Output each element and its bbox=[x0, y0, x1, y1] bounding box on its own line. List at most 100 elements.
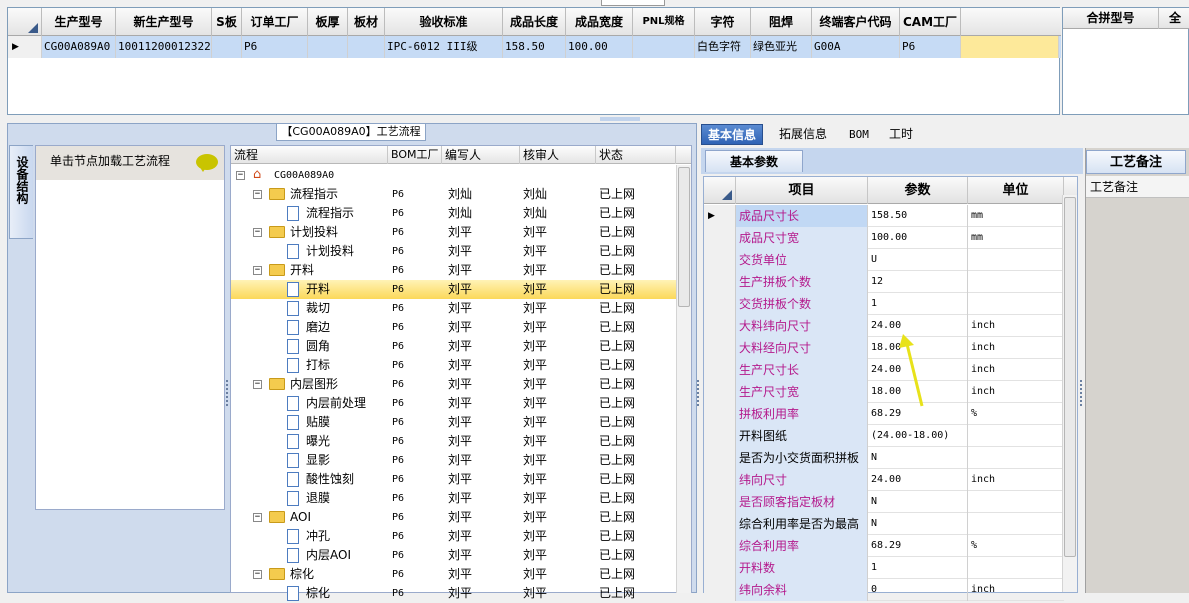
tree-node[interactable]: − 开料 P6 刘平 刘平 已上网 bbox=[231, 261, 676, 280]
param-row[interactable]: 成品尺寸宽 100.00 mm bbox=[704, 227, 1064, 249]
param-row[interactable]: 交货单位 U bbox=[704, 249, 1064, 271]
tab-bom[interactable]: BOM bbox=[843, 124, 875, 145]
cell-length[interactable]: 158.50 bbox=[503, 36, 566, 58]
col-header[interactable]: 项目 bbox=[736, 177, 868, 204]
collapse-icon[interactable]: − bbox=[253, 190, 262, 199]
col-header[interactable]: 验收标准 bbox=[385, 8, 503, 36]
tree-scrollbar[interactable] bbox=[676, 165, 691, 593]
tab-basic-info[interactable]: 基本信息 bbox=[701, 124, 764, 145]
tree-node[interactable]: 显影 P6 刘平 刘平 已上网 bbox=[231, 451, 676, 470]
param-row[interactable]: 综合利用率 68.29% bbox=[704, 535, 1064, 557]
param-row[interactable]: 交货拼板个数 1 bbox=[704, 293, 1064, 315]
col-header[interactable]: 成品长度 bbox=[503, 8, 566, 36]
param-value[interactable]: 100.00 bbox=[868, 227, 968, 249]
tree-node[interactable]: 裁切 P6 刘平 刘平 已上网 bbox=[231, 299, 676, 318]
param-value[interactable]: 158.50 bbox=[868, 205, 968, 227]
tree-node[interactable]: 退膜 P6 刘平 刘平 已上网 bbox=[231, 489, 676, 508]
col-header[interactable]: 流程 bbox=[231, 146, 388, 164]
param-row[interactable]: 生产尺寸宽 18.00 inch bbox=[704, 381, 1064, 403]
param-row[interactable]: 纬向余料 0 inch bbox=[704, 579, 1064, 601]
cell-production-model[interactable]: CG00A089A0 bbox=[42, 36, 116, 58]
tree-node[interactable]: 冲孔 P6 刘平 刘平 已上网 bbox=[231, 527, 676, 546]
tree-node[interactable]: 酸性蚀刻 P6 刘平 刘平 已上网 bbox=[231, 470, 676, 489]
tree-node[interactable]: 圆角 P6 刘平 刘平 已上网 bbox=[231, 337, 676, 356]
col-header[interactable]: 生产型号 bbox=[42, 8, 116, 36]
col-header[interactable]: 板材 bbox=[348, 8, 385, 36]
param-row[interactable]: ▶ 成品尺寸长 158.50 mm bbox=[704, 205, 1064, 227]
splitter-grip[interactable] bbox=[1080, 380, 1084, 406]
param-value[interactable]: 1 bbox=[868, 557, 968, 579]
col-header[interactable]: 参数 bbox=[868, 177, 968, 204]
param-value[interactable]: 24.00 bbox=[868, 469, 968, 491]
col-header[interactable]: 字符 bbox=[695, 8, 751, 36]
cell-solder-mask[interactable]: 绿色亚光 bbox=[751, 36, 812, 58]
scroll-thumb[interactable] bbox=[1064, 197, 1076, 557]
param-value[interactable]: N bbox=[868, 513, 968, 535]
param-row[interactable]: 开料数 1 bbox=[704, 557, 1064, 579]
cell-legend[interactable]: 白色字符 bbox=[695, 36, 751, 58]
tree-node[interactable]: 内层AOI P6 刘平 刘平 已上网 bbox=[231, 546, 676, 565]
collapse-icon[interactable]: − bbox=[253, 513, 262, 522]
col-header[interactable]: 阻焊 bbox=[751, 8, 812, 36]
tree-node[interactable]: 打标 P6 刘平 刘平 已上网 bbox=[231, 356, 676, 375]
col-header[interactable]: 状态 bbox=[596, 146, 676, 164]
cell-new-production-model[interactable]: 10011200012322 bbox=[116, 36, 212, 58]
tree-node[interactable]: 计划投料 P6 刘平 刘平 已上网 bbox=[231, 242, 676, 261]
col-header[interactable]: 单位 bbox=[968, 177, 1064, 204]
param-row[interactable]: 是否顾客指定板材 N bbox=[704, 491, 1064, 513]
splitter-handle[interactable] bbox=[600, 117, 640, 121]
collapse-icon[interactable]: − bbox=[253, 228, 262, 237]
col-header[interactable]: 编写人 bbox=[442, 146, 520, 164]
param-row[interactable]: 大料纬向尺寸 24.00 inch bbox=[704, 315, 1064, 337]
param-value[interactable]: N bbox=[868, 491, 968, 513]
param-row[interactable]: 大料经向尺寸 18.00 inch bbox=[704, 337, 1064, 359]
cell-material[interactable] bbox=[348, 36, 385, 58]
param-row[interactable]: 生产尺寸长 24.00 inch bbox=[704, 359, 1064, 381]
notes-tab[interactable]: 工艺备注 bbox=[1086, 150, 1186, 174]
tree-node[interactable]: 棕化 P6 刘平 刘平 已上网 bbox=[231, 584, 676, 603]
params-scrollbar[interactable] bbox=[1062, 195, 1077, 592]
tab-work-hours[interactable]: 工时 bbox=[883, 124, 919, 145]
collapse-icon[interactable]: − bbox=[253, 570, 262, 579]
param-value[interactable]: N bbox=[868, 447, 968, 469]
cell-acceptance-standard[interactable]: IPC-6012 III级 bbox=[385, 36, 503, 58]
side-tab-equipment[interactable]: 设备结构 bbox=[9, 145, 33, 239]
col-header[interactable]: 新生产型号 bbox=[116, 8, 212, 36]
param-row[interactable]: 拼板利用率 68.29% bbox=[704, 403, 1064, 425]
cell-width[interactable]: 100.00 bbox=[566, 36, 633, 58]
table-row[interactable]: ▶ CG00A089A0 10011200012322 P6 IPC-6012 … bbox=[8, 36, 1061, 58]
col-header[interactable]: 合拼型号 bbox=[1063, 8, 1159, 29]
collapse-icon[interactable]: − bbox=[253, 266, 262, 275]
cell-order-factory[interactable]: P6 bbox=[242, 36, 308, 58]
splitter-grip[interactable] bbox=[226, 380, 230, 406]
col-header[interactable]: S板 bbox=[212, 8, 242, 36]
collapse-icon[interactable]: − bbox=[236, 171, 245, 180]
cell-customer-code[interactable]: G00A bbox=[812, 36, 900, 58]
col-header[interactable]: BOM工厂 bbox=[388, 146, 442, 164]
cell-s-board[interactable] bbox=[212, 36, 242, 58]
tree-node[interactable]: 曝光 P6 刘平 刘平 已上网 bbox=[231, 432, 676, 451]
col-header[interactable]: 板厚 bbox=[308, 8, 348, 36]
tree-node[interactable]: 内层前处理 P6 刘平 刘平 已上网 bbox=[231, 394, 676, 413]
tab-extended-info[interactable]: 拓展信息 bbox=[773, 124, 833, 145]
basic-params-tab[interactable]: 基本参数 bbox=[705, 150, 803, 172]
tree-root-node[interactable]: − ⌂ CG00A089A0 bbox=[231, 166, 676, 185]
tree-node[interactable]: 贴膜 P6 刘平 刘平 已上网 bbox=[231, 413, 676, 432]
cell-thickness[interactable] bbox=[308, 36, 348, 58]
tree-node[interactable]: 开料 P6 刘平 刘平 已上网 bbox=[231, 280, 676, 299]
param-row[interactable]: 开料图纸 (24.00-18.00) bbox=[704, 425, 1064, 447]
tree-node[interactable]: − 计划投料 P6 刘平 刘平 已上网 bbox=[231, 223, 676, 242]
tree-node[interactable]: − 流程指示 P6 刘灿 刘灿 已上网 bbox=[231, 185, 676, 204]
tree-node[interactable]: 磨边 P6 刘平 刘平 已上网 bbox=[231, 318, 676, 337]
param-value[interactable]: 1 bbox=[868, 293, 968, 315]
tree-node[interactable]: − AOI P6 刘平 刘平 已上网 bbox=[231, 508, 676, 527]
collapse-icon[interactable]: − bbox=[253, 380, 262, 389]
col-header[interactable]: CAM工厂 bbox=[900, 8, 961, 36]
param-row[interactable]: 是否为小交货面积拼板 N bbox=[704, 447, 1064, 469]
param-row[interactable]: 综合利用率是否为最高 N bbox=[704, 513, 1064, 535]
tree-node[interactable]: − 内层图形 P6 刘平 刘平 已上网 bbox=[231, 375, 676, 394]
cell-cam-factory[interactable]: P6 bbox=[900, 36, 961, 58]
col-header[interactable]: 全 bbox=[1169, 8, 1189, 29]
col-header[interactable]: 成品宽度 bbox=[566, 8, 633, 36]
tree-node[interactable]: 流程指示 P6 刘灿 刘灿 已上网 bbox=[231, 204, 676, 223]
